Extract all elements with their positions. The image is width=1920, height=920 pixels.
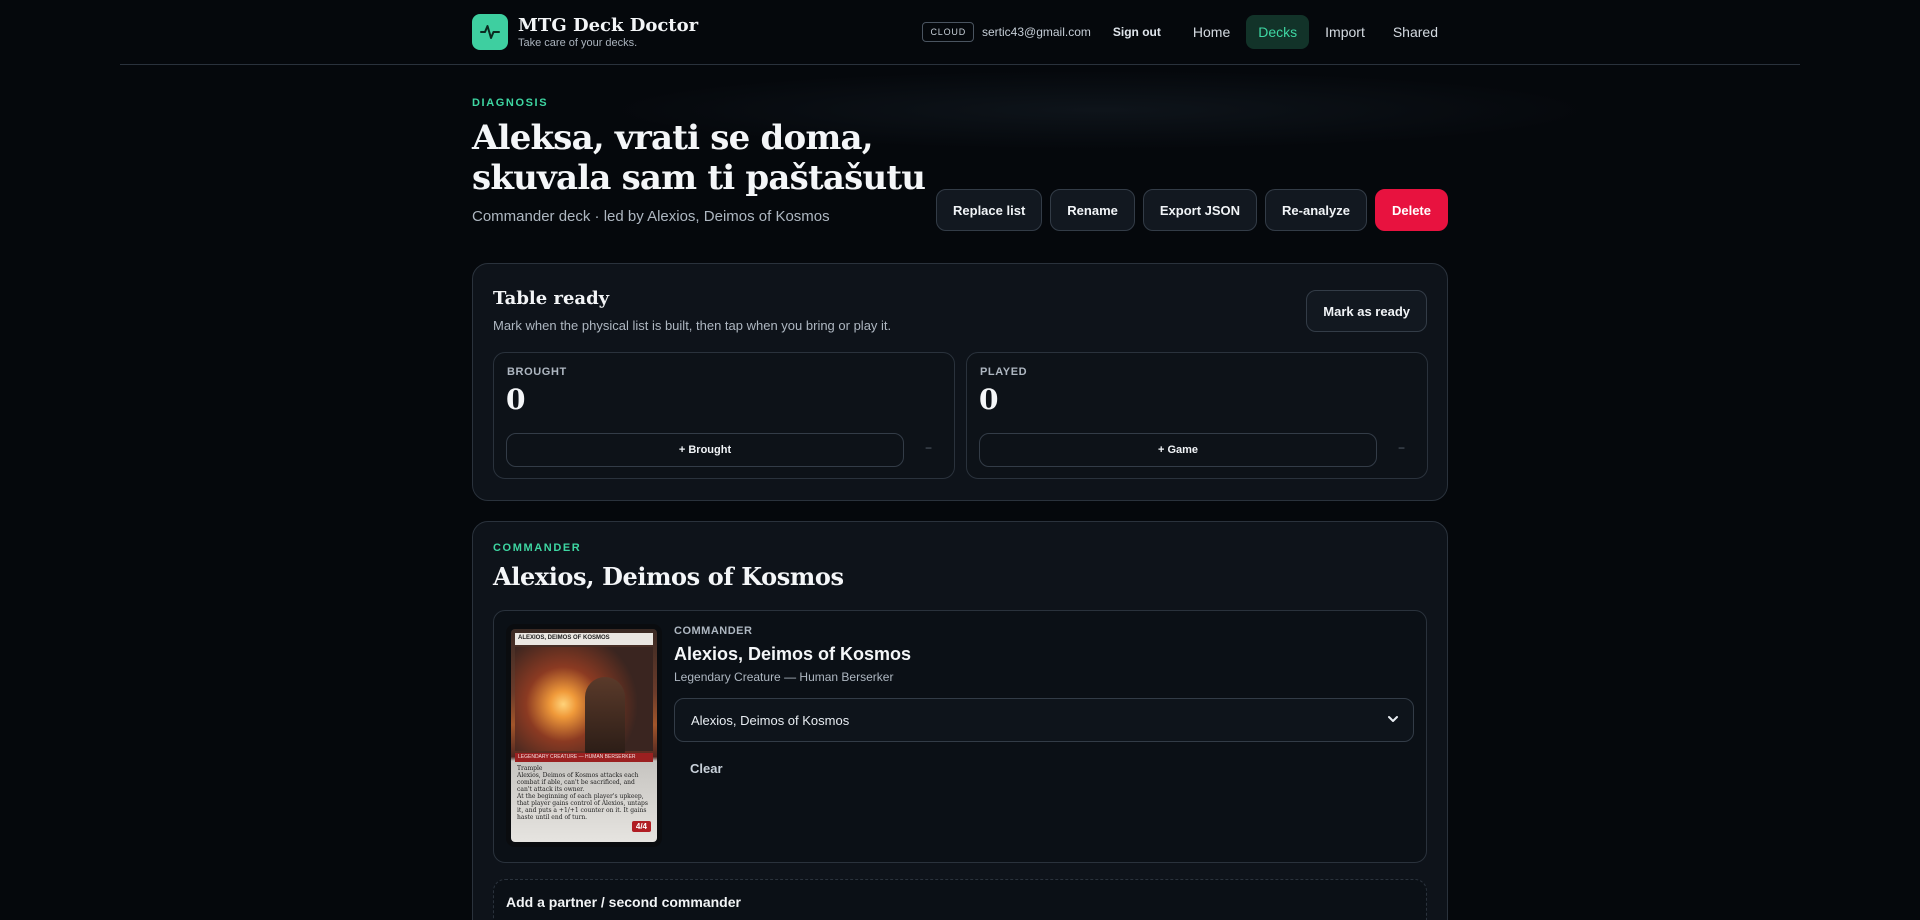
commander-type-line: Legendary Creature — Human Berserker	[674, 670, 894, 684]
replace-list-button[interactable]: Replace list	[936, 189, 1043, 231]
mark-ready-button[interactable]: Mark as ready	[1306, 290, 1427, 332]
nav-decks[interactable]: Decks	[1246, 15, 1310, 49]
nav-shared[interactable]: Shared	[1381, 15, 1450, 49]
add-brought-button[interactable]: + Brought	[506, 433, 904, 467]
card-art	[515, 647, 653, 757]
commander-select[interactable]: Alexios, Deimos of Kosmos	[674, 698, 1414, 742]
card-name-bar: ALEXIOS, DEIMOS OF KOSMOS	[515, 633, 653, 645]
page-title: Aleksa, vrati se doma, skuvala sam ti pa…	[472, 118, 926, 198]
commander-card: ALEXIOS, DEIMOS OF KOSMOS LEGENDARY CREA…	[493, 610, 1427, 863]
card-text-keyword: Trample	[517, 765, 543, 772]
reanalyze-button[interactable]: Re-analyze	[1265, 189, 1367, 231]
brought-label: BROUGHT	[507, 366, 567, 378]
played-counter: PLAYED 0 + Game −	[966, 352, 1428, 479]
commander-name: Alexios, Deimos of Kosmos	[674, 644, 912, 664]
header-divider	[120, 64, 1800, 65]
export-json-button[interactable]: Export JSON	[1142, 189, 1258, 231]
brand-title: MTG Deck Doctor	[518, 14, 699, 36]
cloud-badge: CLOUD	[922, 22, 974, 42]
partner-title: Add a partner / second commander	[506, 894, 741, 910]
clear-commander-button[interactable]: Clear	[674, 757, 739, 780]
card-text-ability-1: Alexios, Deimos of Kosmos attacks each c…	[517, 772, 639, 793]
commander-select-value: Alexios, Deimos of Kosmos	[691, 712, 850, 728]
main-nav: CLOUD sertic43@gmail.com Sign out Home D…	[922, 14, 1450, 50]
partner-section: Add a partner / second commander	[493, 879, 1427, 920]
played-value: 0	[979, 383, 999, 416]
brand[interactable]: MTG Deck Doctor Take care of your decks.	[472, 14, 698, 50]
table-ready-panel: Table ready Mark when the physical list …	[472, 263, 1448, 501]
page-subtitle: Commander deck · led by Alexios, Deimos …	[472, 208, 830, 225]
nav-home[interactable]: Home	[1181, 15, 1242, 49]
nav-import[interactable]: Import	[1313, 15, 1377, 49]
commander-card-image[interactable]: ALEXIOS, DEIMOS OF KOSMOS LEGENDARY CREA…	[506, 624, 662, 847]
brought-counter: BROUGHT 0 + Brought −	[493, 352, 955, 479]
commander-eyebrow: COMMANDER	[493, 542, 582, 554]
top-bar: MTG Deck Doctor Take care of your decks.…	[0, 0, 1920, 64]
chevron-down-icon	[1387, 713, 1399, 728]
rename-button[interactable]: Rename	[1050, 189, 1135, 231]
card-figure	[585, 677, 625, 757]
card-type-bar: LEGENDARY CREATURE — HUMAN BERSERKER	[515, 753, 653, 762]
played-minus-button[interactable]: −	[1398, 441, 1405, 455]
heartbeat-icon	[472, 14, 508, 50]
sign-out-button[interactable]: Sign out	[1107, 21, 1167, 43]
user-email: sertic43@gmail.com	[982, 25, 1091, 39]
card-power-toughness: 4/4	[631, 821, 651, 832]
brought-minus-button[interactable]: −	[925, 441, 932, 455]
card-frame: ALEXIOS, DEIMOS OF KOSMOS LEGENDARY CREA…	[511, 629, 657, 842]
table-ready-subtitle: Mark when the physical list is built, th…	[493, 318, 892, 333]
brought-value: 0	[506, 383, 526, 416]
played-label: PLAYED	[980, 366, 1028, 378]
table-ready-title: Table ready	[493, 288, 610, 309]
delete-button[interactable]: Delete	[1374, 189, 1448, 231]
deck-actions: Replace list Rename Export JSON Re-analy…	[928, 189, 1448, 231]
commander-label: COMMANDER	[674, 625, 753, 637]
page-eyebrow: DIAGNOSIS	[472, 97, 549, 109]
card-rules-text: Trample Alexios, Deimos of Kosmos attack…	[517, 765, 651, 821]
card-text-ability-2: At the beginning of each player's upkeep…	[517, 793, 648, 821]
add-game-button[interactable]: + Game	[979, 433, 1377, 467]
brand-subtitle: Take care of your decks.	[518, 36, 638, 49]
commander-heading: Alexios, Deimos of Kosmos	[493, 562, 844, 591]
commander-panel: COMMANDER Alexios, Deimos of Kosmos ALEX…	[472, 521, 1448, 920]
